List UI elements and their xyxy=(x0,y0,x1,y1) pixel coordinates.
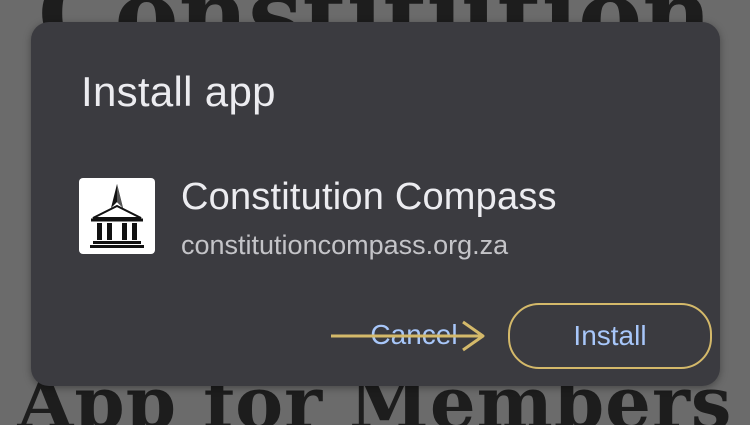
dialog-title: Install app xyxy=(81,68,276,115)
app-url: constitutioncompass.org.za xyxy=(181,230,509,260)
right-arrow-icon xyxy=(331,320,485,352)
install-button[interactable]: Install xyxy=(508,303,712,369)
courthouse-compass-icon xyxy=(79,178,155,254)
app-name: Constitution Compass xyxy=(181,176,557,218)
install-app-dialog: Install app Constitution Compass constit… xyxy=(31,22,720,386)
